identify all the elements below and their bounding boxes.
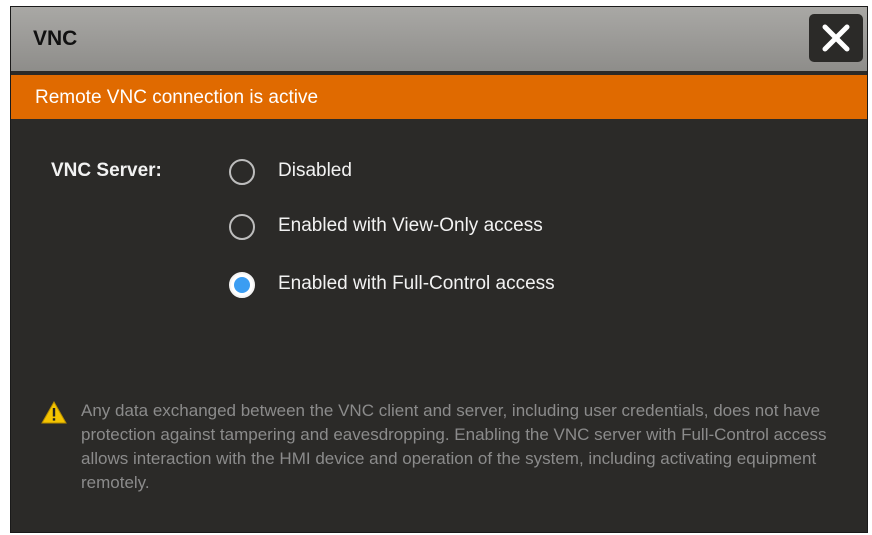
radio-button-selected[interactable] xyxy=(229,272,255,298)
title-bar: VNC xyxy=(11,7,867,71)
radio-option-disabled[interactable]: Disabled xyxy=(229,157,679,187)
dialog-title: VNC xyxy=(33,27,78,50)
connection-status-banner: Remote VNC connection is active xyxy=(11,75,867,119)
radio-label: Disabled xyxy=(278,160,352,181)
radio-selected-dot xyxy=(234,277,250,293)
warning-icon xyxy=(41,401,67,424)
vnc-server-label: VNC Server: xyxy=(51,160,162,181)
radio-option-view-only[interactable]: Enabled with View-Only access xyxy=(229,212,679,242)
close-button[interactable] xyxy=(809,14,863,62)
radio-label: Enabled with Full-Control access xyxy=(278,273,555,294)
banner-text: Remote VNC connection is active xyxy=(35,87,319,108)
security-warning-text: Any data exchanged between the VNC clien… xyxy=(81,401,827,492)
vnc-dialog: VNC Remote VNC connection is active VNC … xyxy=(10,6,868,533)
close-icon xyxy=(822,24,850,52)
radio-label: Enabled with View-Only access xyxy=(278,215,543,236)
radio-button[interactable] xyxy=(229,159,255,185)
radio-button[interactable] xyxy=(229,214,255,240)
radio-option-full-control[interactable]: Enabled with Full-Control access xyxy=(229,270,679,300)
